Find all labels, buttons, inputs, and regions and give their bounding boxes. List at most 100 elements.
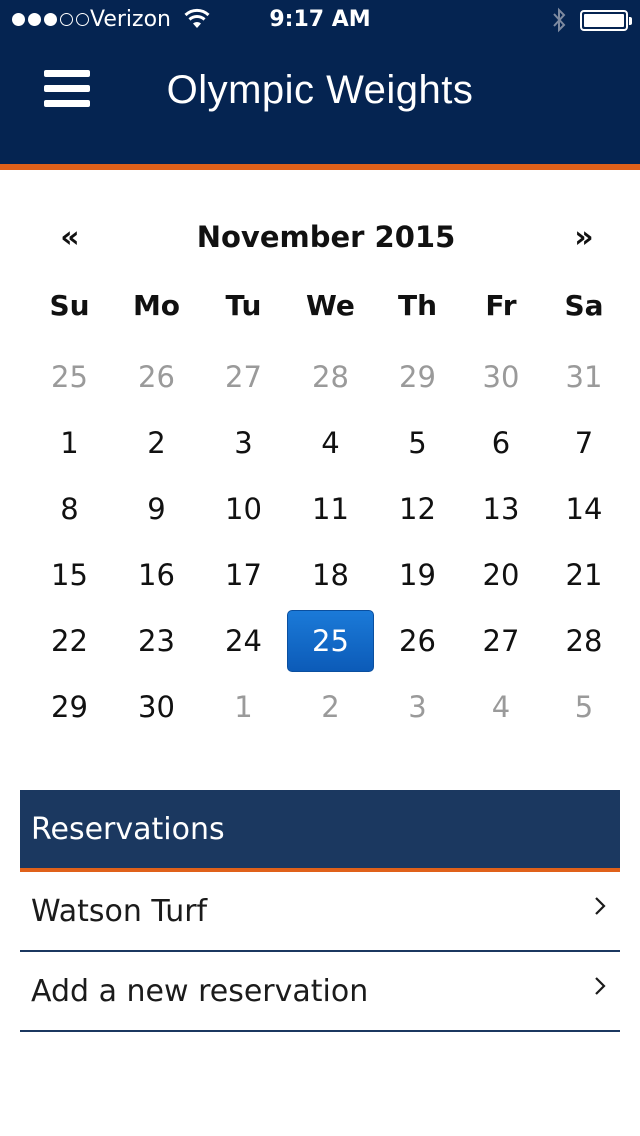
calendar-day[interactable]: 7 [541, 410, 627, 476]
bluetooth-icon [551, 7, 567, 37]
calendar-day[interactable]: 5 [541, 674, 627, 740]
calendar-day-number: 25 [287, 610, 374, 672]
calendar-day[interactable]: 1 [26, 410, 113, 476]
calendar-day[interactable]: 4 [287, 410, 374, 476]
calendar-day-number: 14 [565, 492, 603, 526]
calendar-day-number: 5 [574, 690, 594, 724]
calendar-day[interactable]: 4 [461, 674, 541, 740]
reservations-header: Reservations [20, 790, 620, 868]
calendar-day-number: 13 [482, 492, 520, 526]
calendar-day[interactable]: 29 [26, 674, 113, 740]
calendar-day[interactable]: 15 [26, 542, 113, 608]
calendar-day-number: 4 [321, 426, 340, 460]
calendar-day-number: 27 [225, 360, 262, 394]
app-header: Verizon 9:17 AM Olympic Weights [0, 0, 640, 164]
weekday-label: Th [397, 289, 438, 322]
calendar-day-number: 23 [138, 624, 175, 658]
reservations-panel: Reservations Watson Turf Add a new reser… [20, 790, 620, 1032]
calendar-day[interactable]: 22 [26, 608, 113, 674]
add-reservation-item[interactable]: Add a new reservation [20, 952, 620, 1032]
next-month-button[interactable]: » [564, 220, 604, 255]
calendar-day[interactable]: 23 [113, 608, 200, 674]
weekday-label: Su [49, 289, 90, 322]
calendar-day[interactable]: 11 [287, 476, 374, 542]
calendar-day[interactable]: 26 [374, 608, 461, 674]
calendar-day[interactable]: 16 [113, 542, 200, 608]
calendar-day-number: 22 [51, 624, 88, 658]
calendar-day[interactable]: 8 [26, 476, 113, 542]
calendar-day-number: 17 [225, 558, 262, 592]
calendar-day-number: 2 [321, 690, 340, 724]
calendar-day[interactable]: 24 [200, 608, 287, 674]
month-label: November 2015 [196, 220, 456, 254]
reservation-item-watson-turf[interactable]: Watson Turf [20, 872, 620, 952]
calendar-day[interactable]: 2 [113, 410, 200, 476]
calendar: « November 2015 » Su Mo Tu We Th Fr Sa 25 26 27 28… [26, 210, 614, 740]
weekday-label: Sa [564, 289, 604, 322]
calendar-day-number: 10 [225, 492, 262, 526]
calendar-day-number: 28 [312, 360, 349, 394]
calendar-day[interactable]: 3 [374, 674, 461, 740]
calendar-day[interactable]: 21 [541, 542, 627, 608]
calendar-day[interactable]: 18 [287, 542, 374, 608]
calendar-day-number: 16 [138, 558, 175, 592]
chevron-right-icon [595, 977, 606, 995]
status-time: 9:17 AM [269, 7, 371, 32]
calendar-day[interactable]: 26 [113, 344, 200, 410]
calendar-day[interactable]: 6 [461, 410, 541, 476]
calendar-day-number: 20 [482, 558, 520, 592]
calendar-day[interactable]: 27 [200, 344, 287, 410]
calendar-day-number: 12 [399, 492, 436, 526]
calendar-day[interactable]: 12 [374, 476, 461, 542]
calendar-day[interactable]: 13 [461, 476, 541, 542]
calendar-day[interactable]: 17 [200, 542, 287, 608]
calendar-day[interactable]: 3 [200, 410, 287, 476]
calendar-day-number: 1 [234, 690, 253, 724]
calendar-day[interactable]: 9 [113, 476, 200, 542]
calendar-day-number: 27 [482, 624, 520, 658]
calendar-day-number: 26 [138, 360, 175, 394]
calendar-day-number: 25 [51, 360, 88, 394]
calendar-day[interactable]: 1 [200, 674, 287, 740]
battery-icon [580, 10, 632, 31]
calendar-day-number: 6 [491, 426, 511, 460]
calendar-day-number: 31 [565, 360, 603, 394]
calendar-day[interactable]: 28 [287, 344, 374, 410]
calendar-day-number: 21 [565, 558, 603, 592]
weekday-label: Tu [225, 289, 262, 322]
calendar-day[interactable]: 19 [374, 542, 461, 608]
calendar-day[interactable]: 5 [374, 410, 461, 476]
calendar-day-number: 4 [491, 690, 511, 724]
calendar-day-number: 30 [138, 690, 175, 724]
weekday-label: We [306, 289, 355, 322]
calendar-day[interactable]: 28 [541, 608, 627, 674]
calendar-day[interactable]: 30 [113, 674, 200, 740]
reservation-item-label: Add a new reservation [31, 974, 369, 1009]
calendar-day-number: 1 [60, 426, 79, 460]
chevron-right-icon [595, 897, 606, 915]
calendar-day-number: 24 [225, 624, 262, 658]
calendar-day-number: 29 [399, 360, 436, 394]
status-bar: Verizon 9:17 AM [0, 0, 640, 40]
calendar-day-number: 2 [147, 426, 166, 460]
calendar-grid: Su Mo Tu We Th Fr Sa 25 26 27 28 29 30 31 1 2 3 4 5 6 7 8 9 10 1… [26, 278, 614, 740]
calendar-day[interactable]: 2 [287, 674, 374, 740]
calendar-day[interactable]: 20 [461, 542, 541, 608]
calendar-day[interactable]: 10 [200, 476, 287, 542]
calendar-day-selected[interactable]: 25 [287, 608, 374, 674]
calendar-day-number: 26 [399, 624, 436, 658]
page-title: Olympic Weights [166, 68, 474, 112]
calendar-day[interactable]: 31 [541, 344, 627, 410]
calendar-day[interactable]: 14 [541, 476, 627, 542]
weekday-label: Mo [132, 289, 181, 322]
calendar-day[interactable]: 25 [26, 344, 113, 410]
reservation-item-label: Watson Turf [31, 894, 208, 929]
calendar-day-number: 15 [51, 558, 88, 592]
calendar-day-number: 7 [574, 426, 594, 460]
calendar-day-number: 18 [312, 558, 349, 592]
calendar-day[interactable]: 27 [461, 608, 541, 674]
calendar-day[interactable]: 29 [374, 344, 461, 410]
calendar-day[interactable]: 30 [461, 344, 541, 410]
calendar-day-number: 5 [408, 426, 427, 460]
calendar-day-number: 19 [399, 558, 436, 592]
